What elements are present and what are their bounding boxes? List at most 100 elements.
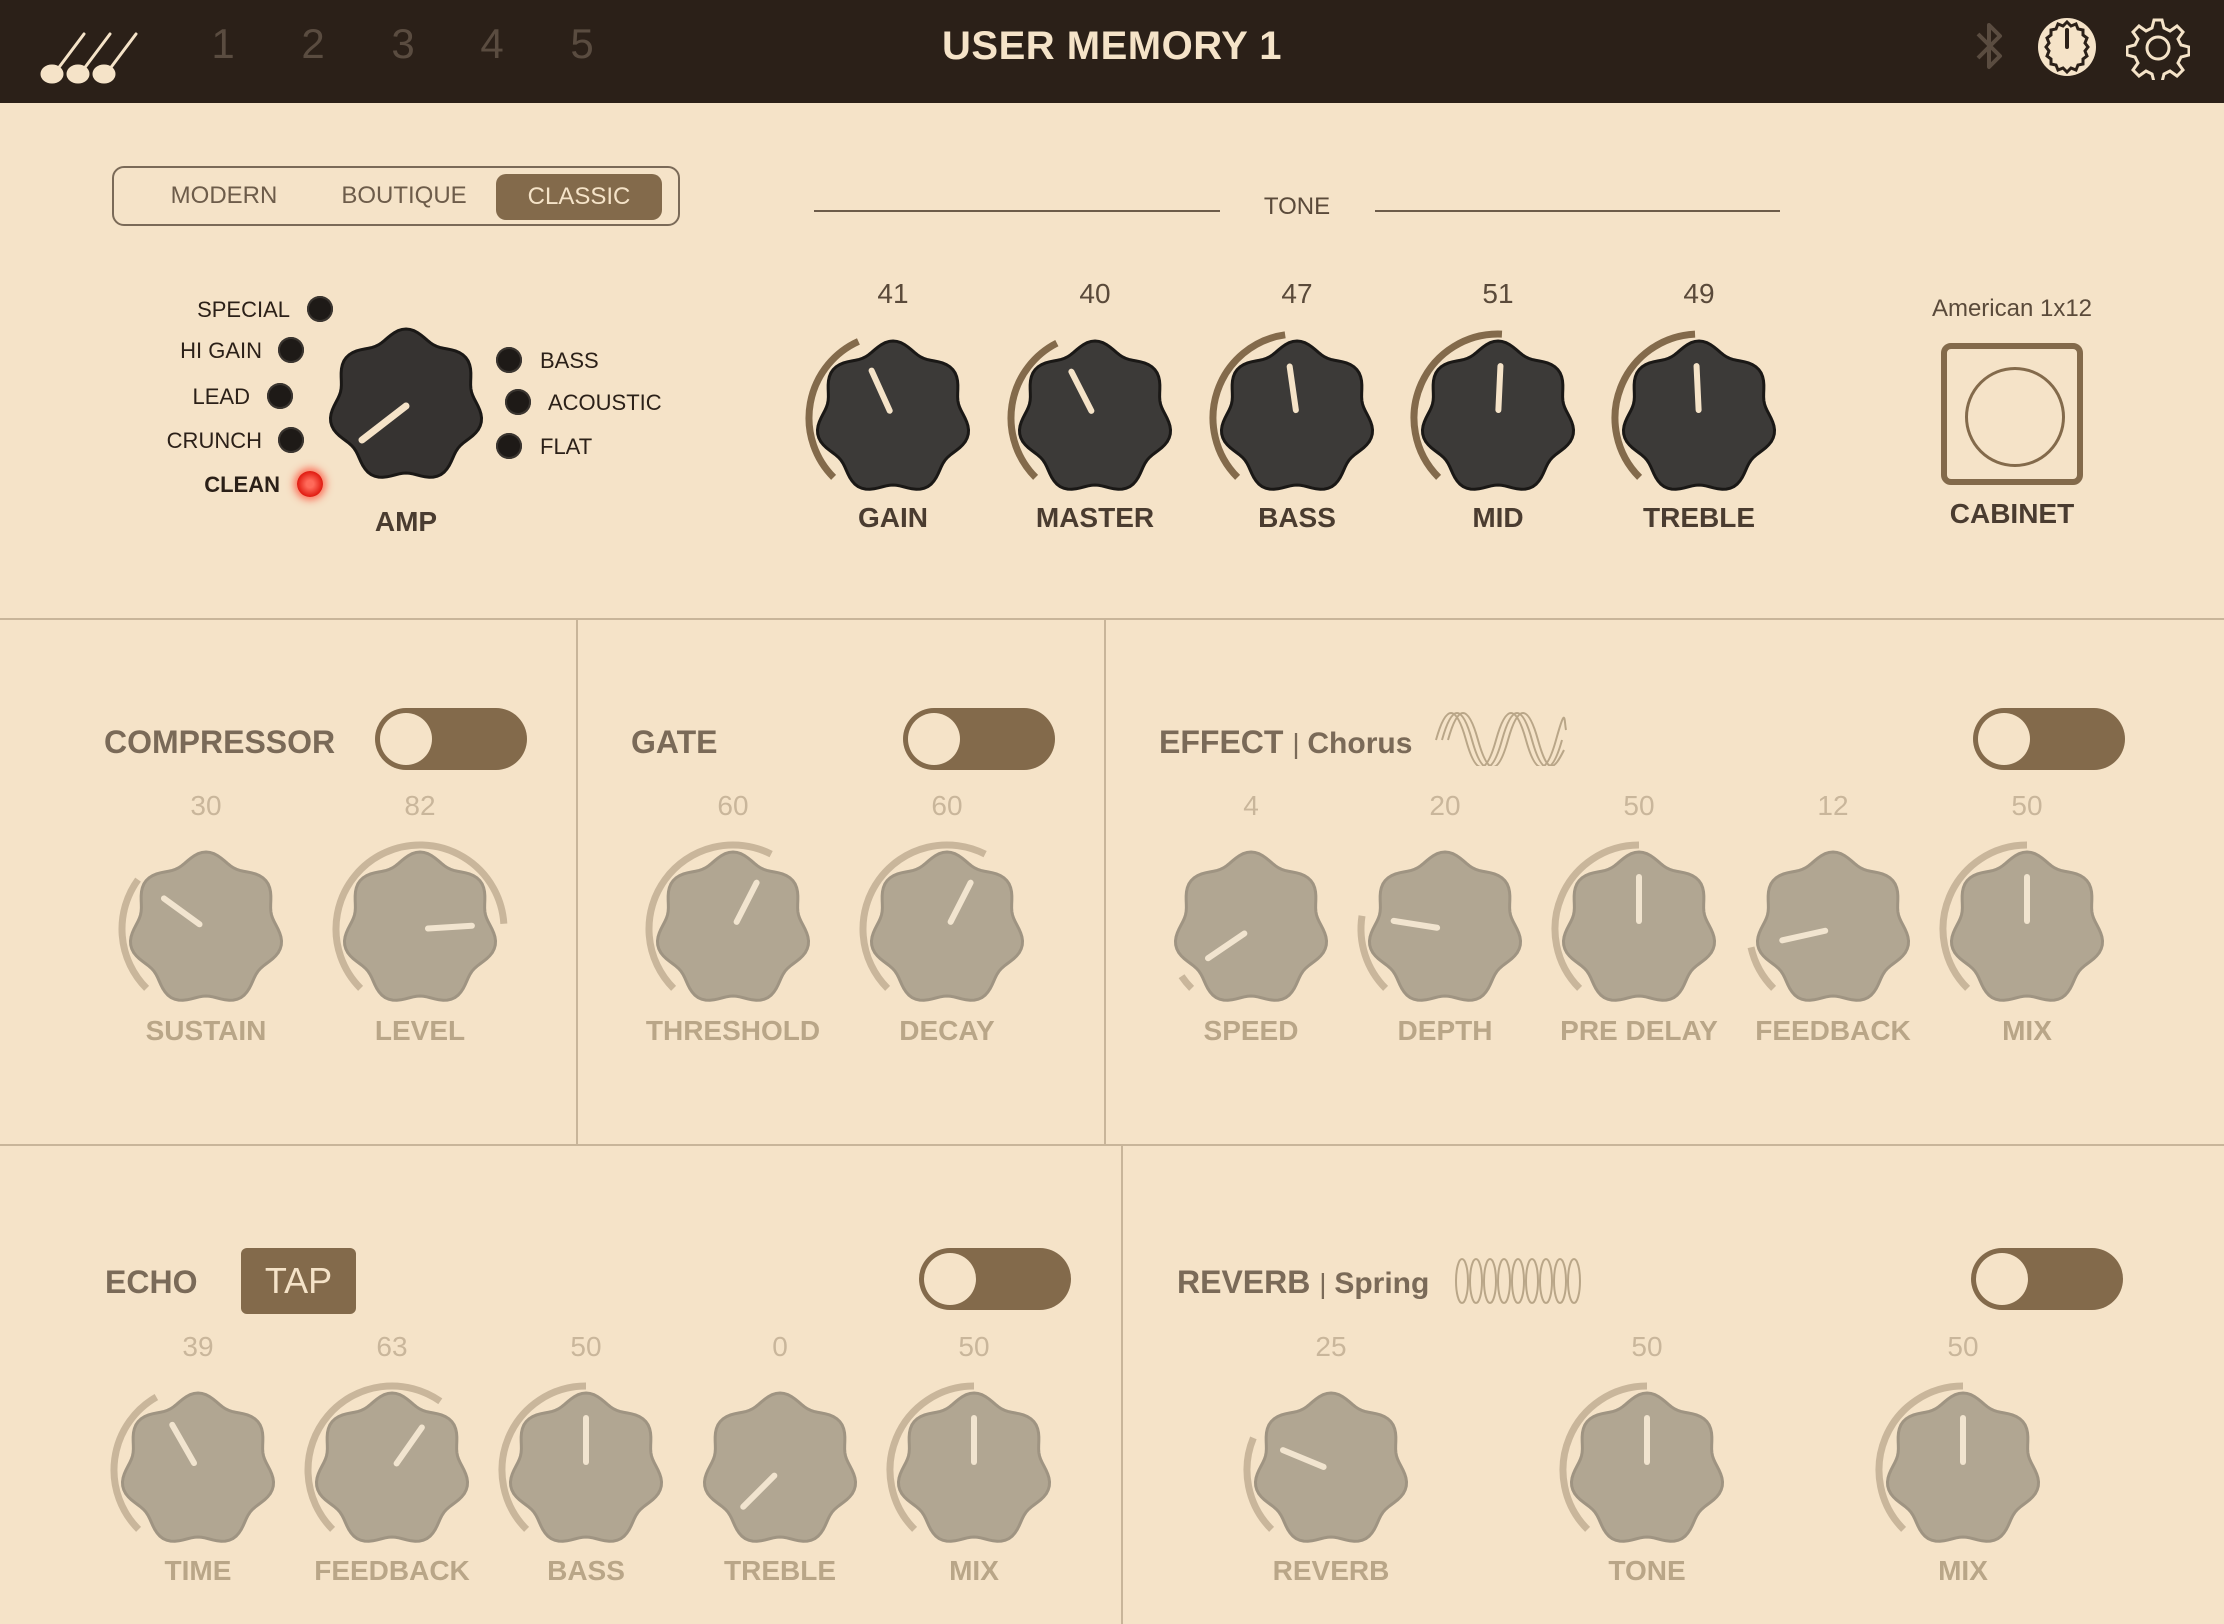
compressor-level-value: 82 [404, 790, 436, 821]
tone-divider-right [1375, 210, 1780, 212]
gate-threshold-label: THRESHOLD [645, 1015, 821, 1046]
amp-treble-knob[interactable] [1609, 328, 1789, 508]
amp-treble-indicator [1693, 363, 1702, 414]
reverb-label: REVERB [1177, 1264, 1311, 1300]
reverb-mix-value: 50 [1947, 1331, 1979, 1362]
memory-slot-3[interactable]: 3 [383, 20, 423, 68]
amp-bass-label: BASS [1258, 502, 1336, 533]
compressor-toggle[interactable] [375, 708, 527, 770]
echo-toggle[interactable] [919, 1248, 1071, 1310]
reverb-tone-value: 50 [1631, 1331, 1663, 1362]
gate-threshold-knob[interactable] [643, 839, 823, 1019]
effect-speed-value-arc [1178, 974, 1195, 991]
top-bar: 1 2 3 4 5 USER MEMORY 1 [0, 0, 2224, 103]
gate-decay-knob-body [869, 850, 1025, 1002]
tap-tempo-button[interactable]: TAP [241, 1248, 356, 1314]
amp-master-knob-body [1017, 339, 1173, 491]
echo-feedback-value: 63 [376, 1331, 408, 1362]
compressor-sustain-label: SUSTAIN [145, 1015, 267, 1046]
channel-led-lead[interactable] [267, 383, 293, 409]
channel-led-flat[interactable] [496, 433, 522, 459]
bluetooth-icon[interactable] [1972, 18, 2008, 74]
compressor-level-knob[interactable] [330, 839, 510, 1019]
effect-speed-knob[interactable] [1161, 839, 1341, 1019]
effect-type[interactable]: Chorus [1307, 727, 1412, 760]
effect-speed-value: 4 [1243, 790, 1259, 821]
channel-led-clean[interactable] [297, 471, 323, 497]
effect-pre-delay-label: PRE DELAY [1560, 1015, 1718, 1046]
speaker-icon [1965, 367, 2065, 467]
channel-led-acoustic[interactable] [505, 389, 531, 415]
amp-model-classic[interactable]: CLASSIC [496, 174, 662, 220]
compressor-title: COMPRESSOR [104, 724, 336, 760]
echo-feedback-knob[interactable] [302, 1380, 482, 1560]
amp-label: AMP [374, 506, 438, 537]
effect-depth-knob[interactable] [1355, 839, 1535, 1019]
tuner-icon[interactable] [2036, 16, 2098, 78]
reverb-toggle[interactable] [1971, 1248, 2123, 1310]
chorus-wave-icon [1435, 712, 1567, 766]
gate-decay-value: 60 [931, 790, 963, 821]
effect-feedback-value: 12 [1817, 790, 1849, 821]
reverb-tone-knob[interactable] [1557, 1380, 1737, 1560]
memory-slot-5[interactable]: 5 [562, 20, 602, 68]
channel-led-special[interactable] [307, 296, 333, 322]
reverb-title: REVERB | Spring [1177, 1264, 1429, 1301]
channel-led-crunch[interactable] [278, 427, 304, 453]
echo-bass-value: 50 [570, 1331, 602, 1362]
echo-treble-knob-body [702, 1391, 858, 1543]
effect-mix-knob[interactable] [1937, 839, 2117, 1019]
effect-depth-knob-body [1367, 850, 1523, 1002]
echo-mix-knob[interactable] [884, 1380, 1064, 1560]
channel-label-clean: CLEAN [204, 472, 280, 497]
effect-speed-label: SPEED [1203, 1015, 1299, 1046]
channel-led-hi-gain[interactable] [278, 337, 304, 363]
guitars-logo-icon[interactable] [40, 24, 144, 86]
reverb-reverb-knob[interactable] [1241, 1380, 1421, 1560]
channel-label-crunch: CRUNCH [166, 428, 262, 453]
amp-mid-knob[interactable] [1408, 328, 1588, 508]
gate-toggle[interactable] [903, 708, 1055, 770]
amp-master-value: 40 [1079, 278, 1111, 309]
amp-bass-value: 47 [1281, 278, 1313, 309]
effect-mix-value: 50 [2011, 790, 2043, 821]
memory-slot-1[interactable]: 1 [203, 20, 243, 68]
channel-label-special: SPECIAL [197, 297, 290, 322]
echo-treble-knob[interactable] [690, 1380, 870, 1560]
echo-time-knob[interactable] [108, 1380, 288, 1560]
reverb-mix-knob[interactable] [1873, 1380, 2053, 1560]
amp-model-boutique[interactable]: BOUTIQUE [314, 168, 494, 224]
effect-feedback-knob[interactable] [1743, 839, 1923, 1019]
amp-mid-label: MID [1472, 502, 1524, 533]
memory-slot-2[interactable]: 2 [293, 20, 333, 68]
cabinet-button[interactable] [1941, 343, 2083, 485]
amp-master-knob[interactable] [1005, 328, 1185, 508]
effect-toggle[interactable] [1973, 708, 2125, 770]
amp-channel-knob[interactable] [326, 326, 486, 486]
amp-model-selector: MODERN BOUTIQUE CLASSIC [112, 166, 680, 226]
memory-slot-4[interactable]: 4 [472, 20, 512, 68]
compressor-sustain-knob-body [128, 850, 284, 1002]
channel-label-acoustic: ACOUSTIC [548, 390, 662, 415]
effect-speed-knob-body [1173, 850, 1329, 1002]
effect-pre-delay-knob[interactable] [1549, 839, 1729, 1019]
section-divider [1121, 1145, 1123, 1624]
amp-bass-knob[interactable] [1207, 328, 1387, 508]
amp-model-modern[interactable]: MODERN [144, 168, 304, 224]
amp-gain-knob-body [815, 339, 971, 491]
reverb-reverb-knob-body [1253, 1391, 1409, 1543]
cabinet-label: CABINET [1949, 498, 2075, 529]
section-divider [1104, 619, 1106, 1144]
effect-depth-value: 20 [1429, 790, 1461, 821]
amp-treble-value: 49 [1683, 278, 1715, 309]
gate-decay-knob[interactable] [857, 839, 1037, 1019]
amp-gain-knob[interactable] [803, 328, 983, 508]
separator: | [1292, 728, 1308, 759]
echo-mix-value: 50 [958, 1331, 990, 1362]
compressor-sustain-knob[interactable] [116, 839, 296, 1019]
channel-led-bass[interactable] [496, 347, 522, 373]
echo-bass-knob[interactable] [496, 1380, 676, 1560]
gear-icon[interactable] [2126, 16, 2190, 80]
effect-feedback-knob-body [1755, 850, 1911, 1002]
reverb-type[interactable]: Spring [1334, 1267, 1429, 1300]
